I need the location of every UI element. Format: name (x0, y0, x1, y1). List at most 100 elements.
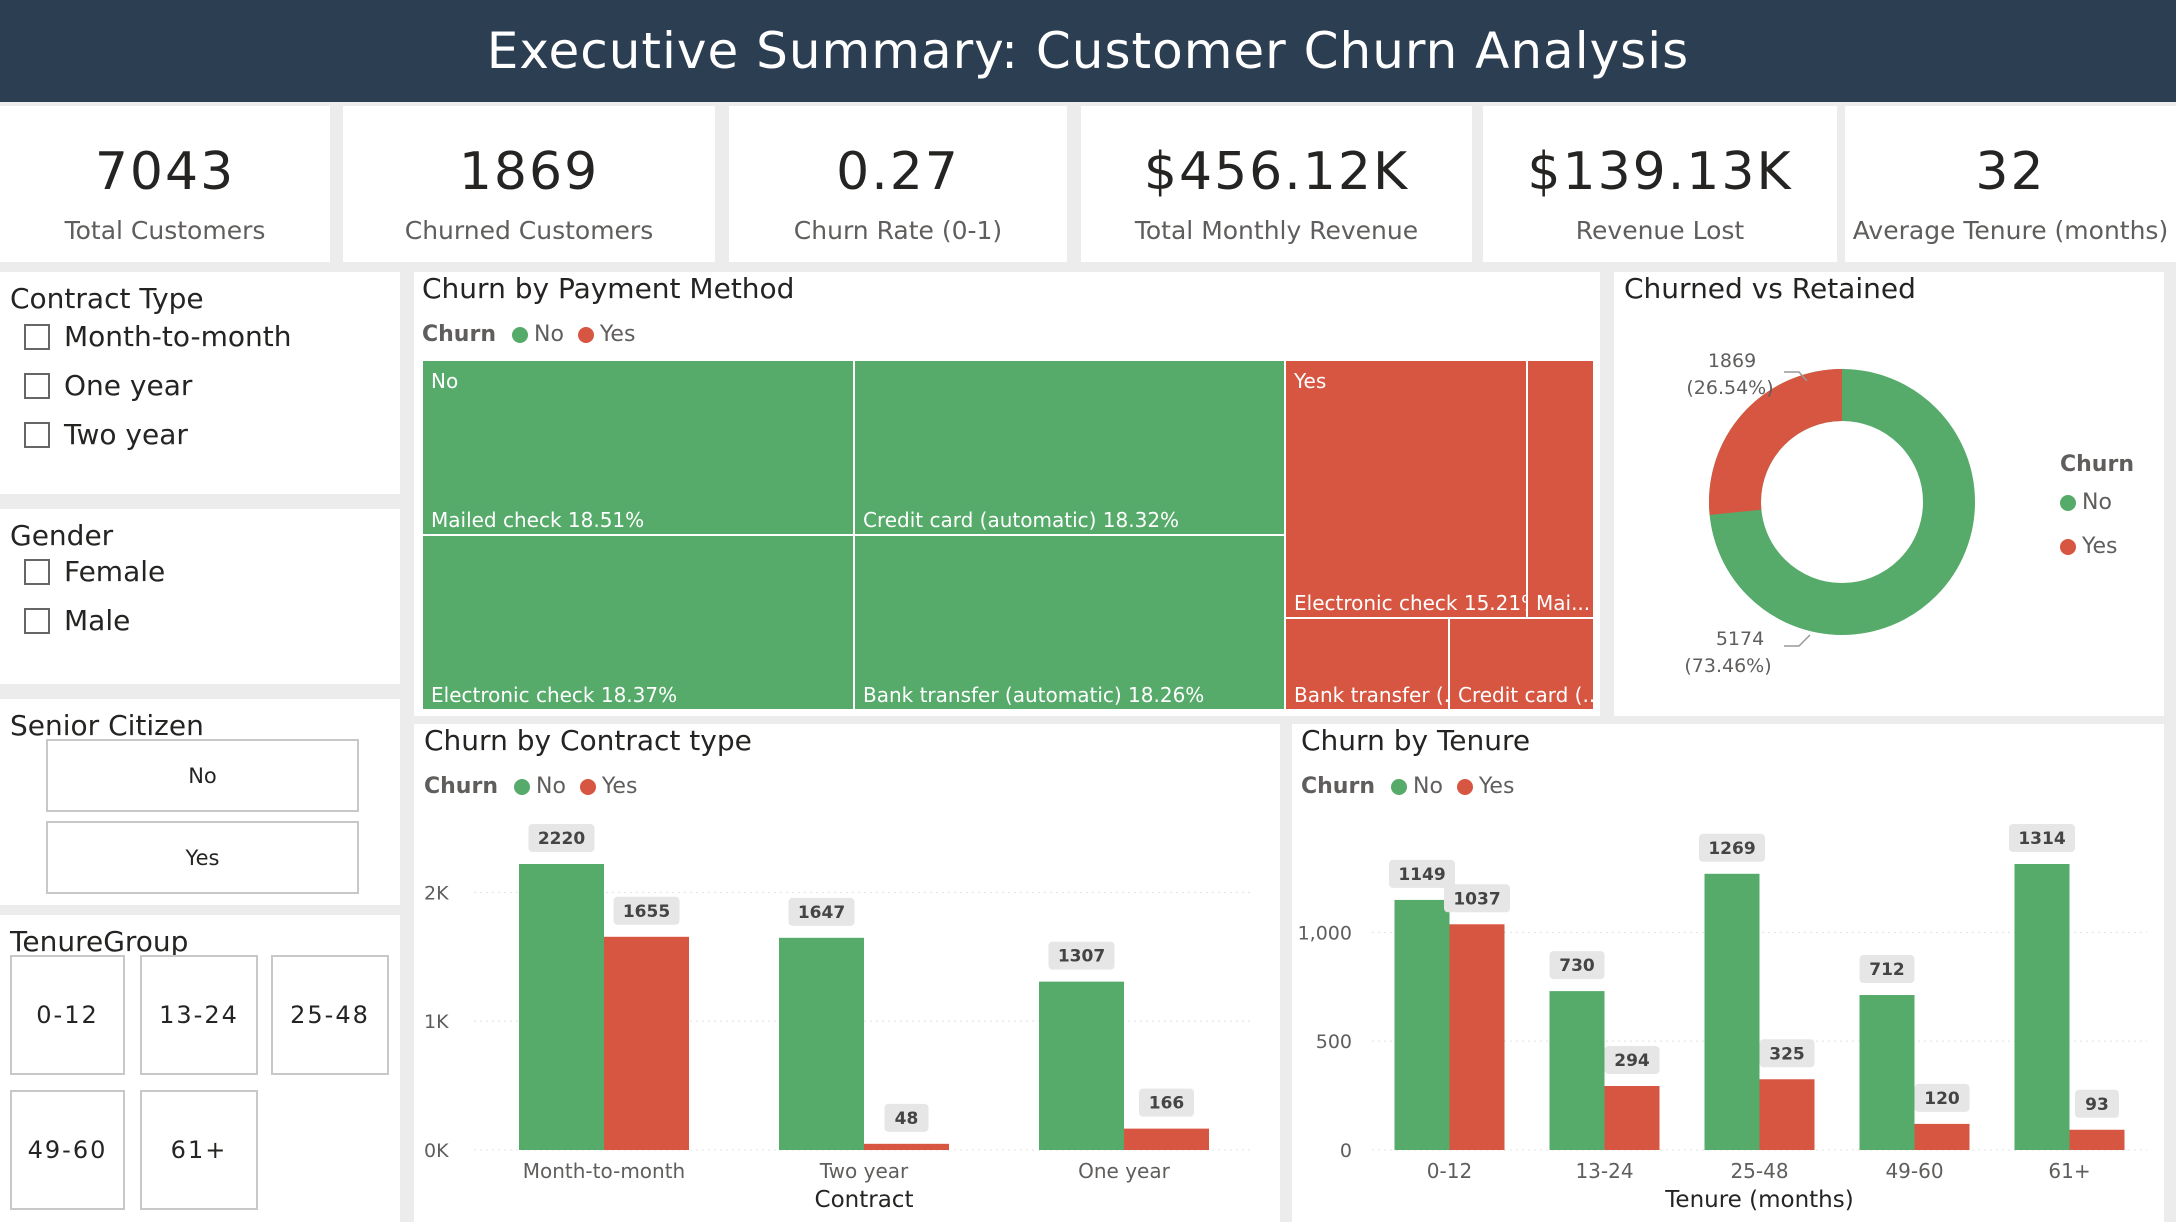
checkbox-box[interactable] (24, 323, 50, 350)
bar-yes[interactable] (2069, 1129, 2125, 1150)
treemap-cell-yes-credit-card[interactable]: Credit card (... (1449, 618, 1602, 710)
bar-yes[interactable] (604, 936, 689, 1150)
treemap-cell-yes-electronic-check[interactable]: Yes Electronic check 15.21% (1285, 360, 1540, 618)
checkbox-two-year[interactable]: Two year (24, 418, 188, 451)
donut-label-no-pct: (73.46%) (1684, 655, 1771, 677)
treemap-cell-no-electronic-check[interactable]: Electronic check 18.37% (422, 535, 854, 710)
treemap-cell-label: Bank transfer (... (1294, 683, 1463, 707)
bar-no[interactable] (1704, 873, 1760, 1150)
kpi-card-total-monthly-revenue[interactable]: $456.12K Total Monthly Revenue (1081, 106, 1472, 262)
kpi-value: 1869 (458, 142, 600, 202)
tenure-option-0-12[interactable]: 0-12 (10, 955, 125, 1075)
kpi-label: Revenue Lost (1575, 216, 1745, 245)
visual-title: Churn by Payment Method (422, 272, 795, 305)
bar-yes[interactable] (1449, 924, 1505, 1150)
kpi-label: Total Monthly Revenue (1134, 216, 1419, 245)
kpi-label: Churned Customers (404, 216, 654, 245)
kpi-value: $139.13K (1527, 142, 1793, 202)
y-tick-label: 1K (424, 1011, 449, 1033)
bar-yes[interactable] (1604, 1086, 1660, 1150)
donut-label-yes-value: 1869 (1708, 350, 1756, 372)
tenure-option-61-plus[interactable]: 61+ (140, 1090, 258, 1210)
treemap-area: No Mailed check 18.51% Credit card (auto… (422, 360, 1602, 710)
slicer-gender: Gender Female Male (0, 509, 400, 684)
data-label: 93 (2085, 1095, 2109, 1115)
bar-no[interactable] (1394, 899, 1450, 1150)
bar-no[interactable] (1549, 991, 1605, 1150)
leader-line-no (1784, 634, 1811, 647)
kpi-card-churned-customers[interactable]: 1869 Churned Customers (343, 106, 715, 262)
x-tick-label: 13-24 (1575, 1159, 1633, 1183)
kpi-card-average-tenure[interactable]: 32 Average Tenure (months) (1845, 106, 2176, 262)
tenure-option-49-60[interactable]: 49-60 (10, 1090, 125, 1210)
slicer-title: Senior Citizen (10, 709, 204, 742)
bar-no[interactable] (1039, 981, 1124, 1150)
checkbox-box[interactable] (24, 607, 50, 634)
legend-item-yes[interactable]: Yes (2060, 534, 2118, 559)
legend-swatch-yes (577, 326, 594, 343)
page-title: Executive Summary: Customer Churn Analys… (486, 22, 1690, 80)
treemap-cell-label: Electronic check 15.21% (1294, 591, 1541, 615)
checkbox-box[interactable] (24, 372, 50, 399)
data-label: 166 (1149, 1094, 1185, 1114)
data-label: 1149 (1398, 865, 1445, 885)
bar-yes[interactable] (864, 1143, 949, 1150)
bar-yes[interactable] (1124, 1128, 1209, 1150)
chart-legend: Churn No Yes (422, 322, 635, 347)
treemap-payment-method: Churn by Payment Method Churn No Yes No … (414, 272, 1602, 716)
data-label: 120 (1924, 1089, 1960, 1109)
treemap-cell-no-mailed-check[interactable]: No Mailed check 18.51% (422, 360, 854, 535)
kpi-card-revenue-lost[interactable]: $139.13K Revenue Lost (1483, 106, 1837, 262)
treemap-cell-yes-mailed-check[interactable]: Mai... (1527, 360, 1594, 618)
checkbox-female[interactable]: Female (24, 555, 165, 588)
y-tick-label: 2K (424, 882, 449, 904)
senior-option-yes[interactable]: Yes (46, 821, 359, 894)
data-label: 1037 (1453, 889, 1500, 909)
tenure-option-13-24[interactable]: 13-24 (140, 955, 258, 1075)
donut-slice-yes[interactable] (1709, 369, 1843, 515)
bar-no[interactable] (2014, 864, 2070, 1150)
legend-item-no[interactable]: No (2060, 490, 2112, 515)
checkbox-male[interactable]: Male (24, 604, 130, 637)
treemap-cell-yes-bank-transfer[interactable]: Bank transfer (... (1285, 618, 1463, 710)
senior-option-no[interactable]: No (46, 739, 359, 812)
tenure-option-25-48[interactable]: 25-48 (271, 955, 389, 1075)
y-tick-label: 500 (1316, 1031, 1352, 1053)
x-tick-label: One year (1078, 1159, 1170, 1183)
checkbox-label: Month-to-month (64, 320, 292, 353)
bar-yes[interactable] (1914, 1123, 1970, 1150)
donut-label-no-value: 5174 (1716, 628, 1764, 650)
legend-label-yes: Yes (2082, 534, 2118, 559)
checkbox-month-to-month[interactable]: Month-to-month (24, 320, 291, 353)
slicer-senior-citizen: Senior Citizen No Yes (0, 699, 400, 905)
slicer-title: Gender (10, 519, 114, 552)
kpi-value: 32 (1975, 142, 2046, 202)
bar-no[interactable] (519, 864, 604, 1150)
bar-no[interactable] (779, 937, 864, 1150)
kpi-card-total-customers[interactable]: 7043 Total Customers (0, 106, 330, 262)
legend-label-yes: Yes (599, 322, 636, 347)
chart-plot-tenure: 0 500 1,000 1149 1037 0-12 730 294 13-24 1269 325 2… (1298, 824, 2147, 1213)
treemap-cell-label: Mailed check 18.51% (431, 508, 645, 532)
bar-yes[interactable] (1759, 1079, 1815, 1150)
bar-chart-contract: Churn by Contract type Churn No Yes 0K 1K… (414, 724, 1280, 1222)
x-tick-label: Month-to-month (523, 1159, 685, 1183)
data-label: 1307 (1058, 947, 1105, 967)
data-label: 325 (1769, 1044, 1805, 1064)
donut-churned-vs-retained: Churned vs Retained 1869 (26.54%) 5174 (… (1614, 272, 2164, 716)
kpi-label: Average Tenure (months) (1852, 216, 2169, 245)
treemap-cell-no-bank-transfer[interactable]: Bank transfer (automatic) 18.26% (854, 535, 1285, 710)
kpi-value: 7043 (94, 142, 236, 202)
legend-title: Churn (422, 322, 496, 347)
checkbox-one-year[interactable]: One year (24, 369, 192, 402)
bar-no[interactable] (1859, 995, 1915, 1150)
treemap-cell-label: Credit card (... (1458, 683, 1602, 707)
kpi-card-churn-rate[interactable]: 0.27 Churn Rate (0-1) (729, 106, 1067, 262)
data-label: 712 (1869, 960, 1905, 980)
data-label: 48 (895, 1109, 919, 1129)
treemap-cell-no-credit-card[interactable]: Credit card (automatic) 18.32% (854, 360, 1285, 535)
checkbox-box[interactable] (24, 421, 50, 448)
checkbox-box[interactable] (24, 558, 50, 585)
legend-swatch-no (511, 326, 528, 343)
legend-label-no: No (2082, 490, 2112, 515)
